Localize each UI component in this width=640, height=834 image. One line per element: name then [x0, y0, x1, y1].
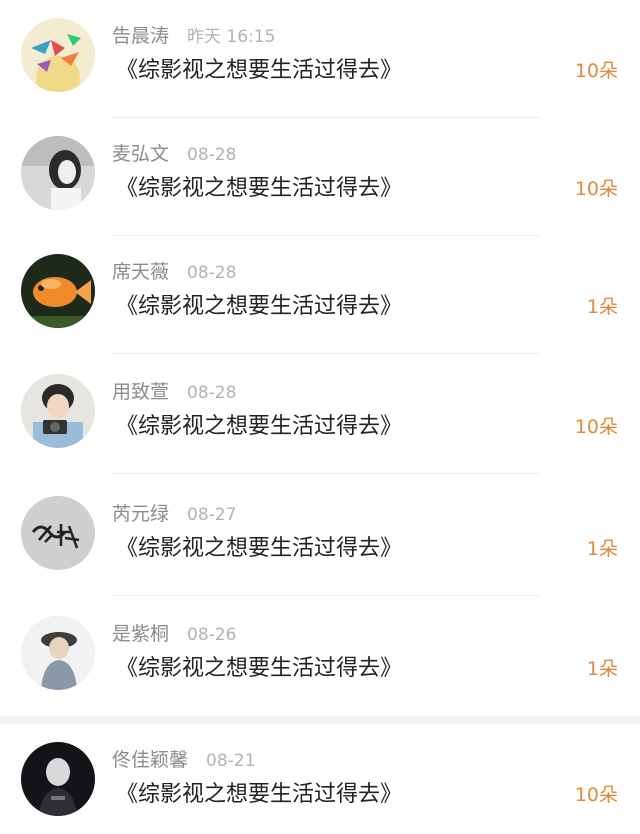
book-title[interactable]: 《综影视之想要生活过得去》: [116, 778, 402, 812]
gift-amount: 10朵: [574, 416, 618, 438]
send-time: 08-28: [187, 263, 237, 283]
book-title[interactable]: 《综影视之想要生活过得去》: [116, 290, 402, 324]
book-title[interactable]: 《综影视之想要生活过得去》: [116, 410, 402, 444]
row-divider: [112, 473, 540, 474]
dark-figure-avatar[interactable]: [21, 742, 95, 816]
list-item[interactable]: 席天薇 08-28 《综影视之想要生活过得去》 1朵: [0, 236, 640, 354]
row-divider: [112, 353, 540, 354]
book-title[interactable]: 《综影视之想要生活过得去》: [116, 652, 402, 686]
list-item[interactable]: 麦弘文 08-28 《综影视之想要生活过得去》 10朵: [0, 118, 640, 236]
gift-amount: 10朵: [574, 784, 618, 806]
sender-name[interactable]: 芮元绿: [112, 503, 169, 525]
send-time: 08-28: [187, 383, 237, 403]
calligraphy-avatar[interactable]: [21, 496, 95, 570]
sender-name[interactable]: 麦弘文: [112, 143, 169, 165]
sender-meta: 是紫桐 08-26: [112, 621, 236, 648]
sender-meta: 告晨涛 昨天 16:15: [112, 23, 275, 50]
send-time: 08-28: [187, 145, 237, 165]
gift-amount: 1朵: [586, 538, 618, 560]
gift-amount: 1朵: [586, 658, 618, 680]
list-item[interactable]: 佟佳颖馨 08-21 《综影视之想要生活过得去》 10朵: [0, 724, 640, 834]
sender-name[interactable]: 用致萱: [112, 381, 169, 403]
sender-meta: 用致萱 08-28: [112, 379, 236, 406]
gift-amount: 10朵: [574, 60, 618, 82]
gift-list: 告晨涛 昨天 16:15 《综影视之想要生活过得去》 10朵 麦弘文 08-28 《…: [0, 0, 640, 834]
list-item[interactable]: 芮元绿 08-27 《综影视之想要生活过得去》 1朵: [0, 478, 640, 596]
row-divider: [112, 595, 540, 596]
send-time: 08-26: [187, 625, 237, 645]
list-item[interactable]: 是紫桐 08-26 《综影视之想要生活过得去》 1朵: [0, 598, 640, 716]
book-title[interactable]: 《综影视之想要生活过得去》: [116, 532, 402, 566]
list-item[interactable]: 用致萱 08-28 《综影视之想要生活过得去》 10朵: [0, 356, 640, 474]
camera-boy-avatar[interactable]: [21, 374, 95, 448]
girl-bw-avatar[interactable]: [21, 136, 95, 210]
send-time: 昨天 16:15: [187, 27, 276, 47]
sender-name[interactable]: 佟佳颖馨: [112, 749, 188, 771]
sender-name[interactable]: 是紫桐: [112, 623, 169, 645]
sender-name[interactable]: 席天薇: [112, 261, 169, 283]
book-title[interactable]: 《综影视之想要生活过得去》: [116, 54, 402, 88]
gift-amount: 1朵: [586, 296, 618, 318]
send-time: 08-27: [187, 505, 237, 525]
send-time: 08-21: [206, 751, 256, 771]
list-item[interactable]: 告晨涛 昨天 16:15 《综影视之想要生活过得去》 10朵: [0, 0, 640, 118]
section-gap: [0, 716, 640, 724]
book-title[interactable]: 《综影视之想要生活过得去》: [116, 172, 402, 206]
sender-meta: 麦弘文 08-28: [112, 141, 236, 168]
sender-meta: 席天薇 08-28: [112, 259, 236, 286]
gift-amount: 10朵: [574, 178, 618, 200]
sender-meta: 佟佳颖馨 08-21: [112, 747, 255, 774]
sender-name[interactable]: 告晨涛: [112, 25, 169, 47]
goldfish-avatar[interactable]: [21, 254, 95, 328]
paper-cranes-avatar[interactable]: [21, 18, 95, 92]
sender-meta: 芮元绿 08-27: [112, 501, 236, 528]
hat-person-avatar[interactable]: [21, 616, 95, 690]
